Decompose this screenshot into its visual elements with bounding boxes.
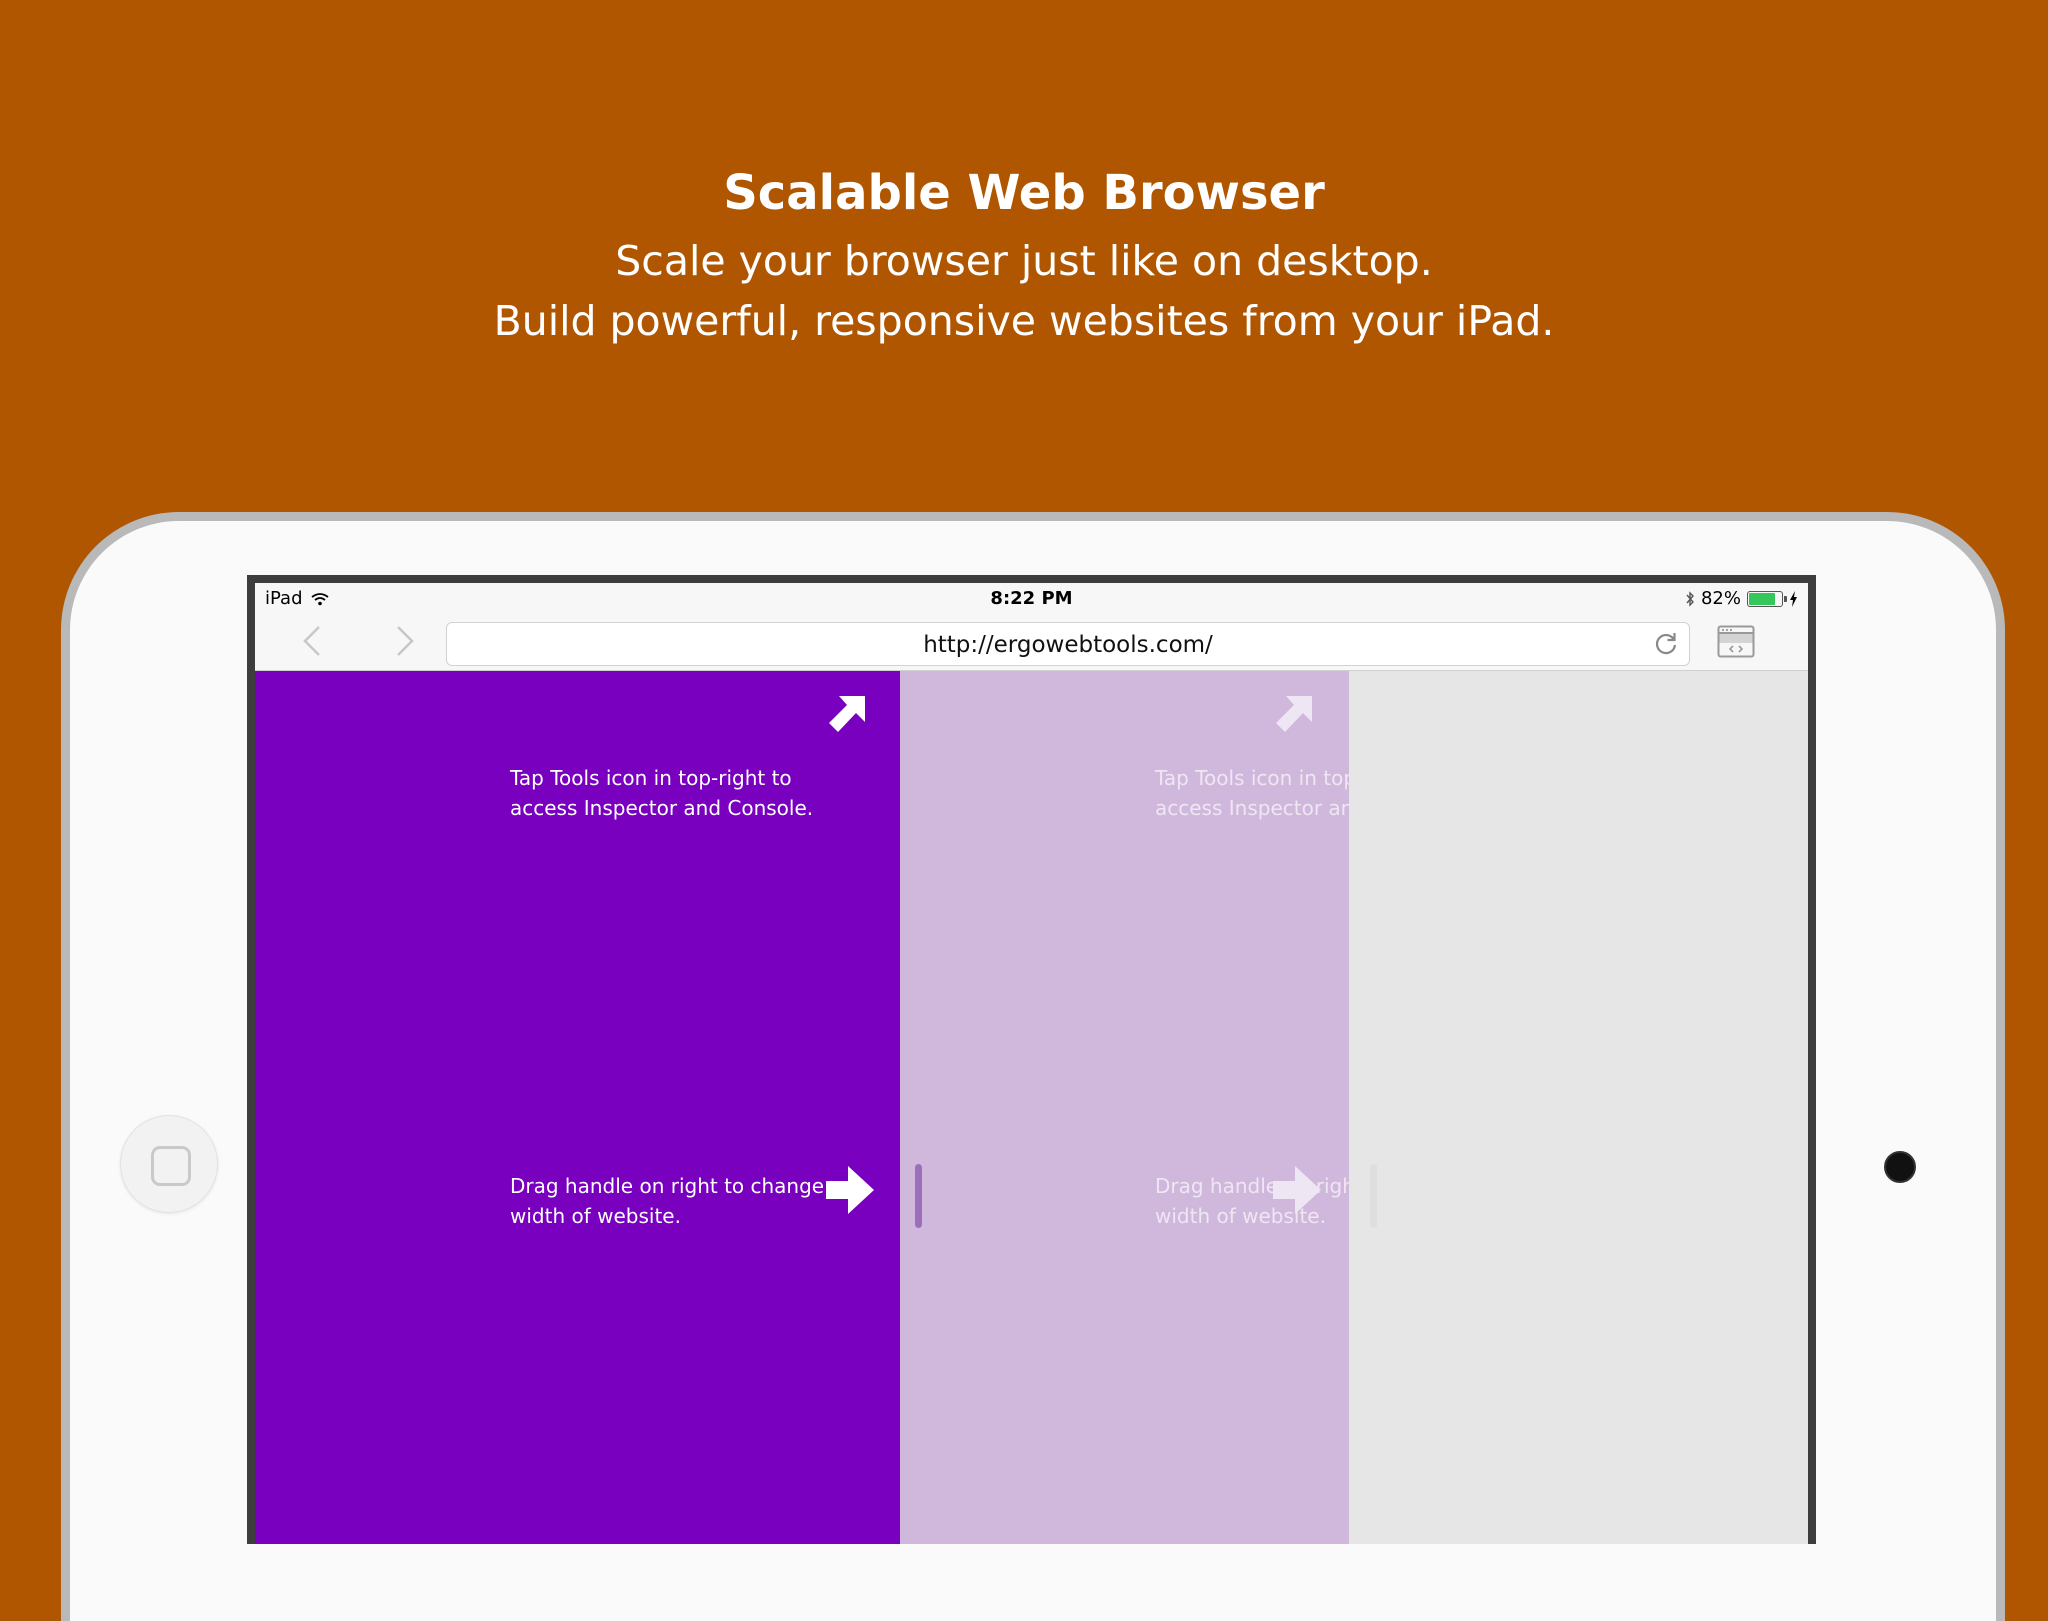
status-bar: iPad 8:22 PM 82% [255,583,1808,613]
bluetooth-icon [1686,590,1694,607]
home-button[interactable] [120,1115,218,1213]
arrow-up-right-icon [829,696,865,732]
battery-percent: 82% [1700,588,1741,609]
website-view[interactable]: Tap Tools icon in top-right to access In… [255,671,900,1544]
ipad-screen: iPad 8:22 PM 82% http://ergowebtools.com… [247,575,1816,1544]
headline-title: Scalable Web Browser [723,165,1325,221]
resize-handle[interactable] [915,1164,922,1228]
tools-hint: Tap Tools icon in top-right to access In… [510,766,814,820]
battery-fill [1749,592,1776,605]
status-time: 8:22 PM [990,588,1073,609]
browser-toolbar: http://ergowebtools.com/ [255,613,1808,671]
web-content: Tap Tools icon in top-right to access In… [255,671,1808,1544]
headline: Scalable Web Browser Scale your browser … [0,155,2048,351]
status-right: 82% [1685,588,1798,609]
arrow-right-icon [826,1166,874,1214]
camera-icon [1884,1151,1916,1183]
arrow-up-right-icon [1276,696,1312,732]
headline-subtitle-line1: Scale your browser just like on desktop. [615,237,1433,285]
tools-icon[interactable] [1717,625,1755,658]
forward-chevron-icon[interactable] [386,623,422,659]
back-chevron-icon[interactable] [295,623,331,659]
arrow-right-icon [1273,1166,1321,1214]
resize-preview-area: Tap Tools icon in top-right to access In… [900,671,1469,1544]
drag-hint: Drag handle on right to change width of … [510,1174,825,1228]
headline-subtitle-line2: Build powerful, responsive websites from… [493,297,1555,345]
url-text: http://ergowebtools.com/ [923,632,1213,658]
battery-icon [1747,590,1787,607]
resize-handle-ghost [1370,1164,1377,1228]
url-bar[interactable]: http://ergowebtools.com/ [446,622,1690,666]
home-button-square-icon [151,1146,191,1186]
reload-icon[interactable] [1653,631,1679,657]
empty-area [1349,671,1808,1544]
charging-icon [1790,590,1797,607]
